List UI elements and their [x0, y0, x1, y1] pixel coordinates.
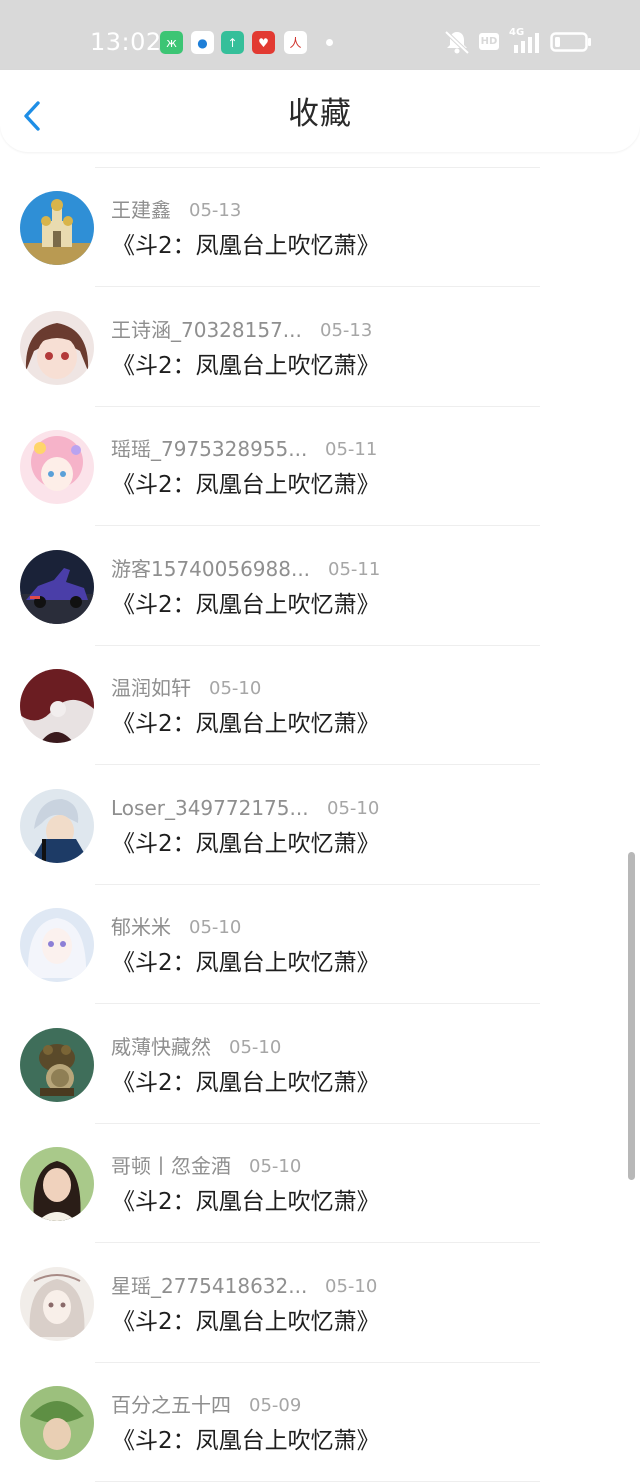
white-hair-anime-avatar[interactable] — [20, 908, 94, 982]
list-item[interactable]: 郁米米 05-10 《斗2：凤凰台上吹忆萧》 — [0, 885, 640, 1004]
mute-bell-icon — [444, 30, 470, 55]
item-title: 《斗2：凤凰台上吹忆萧》 — [112, 830, 380, 857]
user-name: 百分之五十四 — [111, 1393, 231, 1417]
user-name: 王建鑫 — [111, 198, 171, 222]
anime-boy-avatar[interactable] — [20, 788, 94, 863]
user-name: 王诗涵_70328157... — [111, 317, 302, 342]
user-name: 哥顿丨忽金酒 — [111, 1154, 231, 1178]
item-title: 《斗2：凤凰台上吹忆萧》 — [112, 1428, 380, 1454]
item-date: 05-10 — [189, 917, 242, 938]
list-item[interactable]: 游客15740056988... 05-11 《斗2：凤凰台上吹忆萧》 — [0, 527, 640, 646]
user-name: 瑶瑶_7975328955... — [111, 437, 308, 461]
item-date: 05-10 — [249, 1156, 302, 1177]
item-title: 《斗2：凤凰台上吹忆萧》 — [112, 1308, 380, 1335]
red-heart-app-icon: ♥ — [252, 31, 275, 54]
scrollbar[interactable] — [628, 852, 635, 1180]
green-leaf-avatar[interactable] — [20, 1386, 94, 1460]
sketch-girl-avatar[interactable] — [20, 1266, 94, 1341]
notification-dot-icon — [326, 39, 333, 46]
status-time: 13:02 — [90, 28, 162, 56]
frog-statue-avatar[interactable] — [20, 1027, 94, 1102]
item-date: 05-13 — [189, 200, 242, 221]
user-name: 温润如轩 — [111, 676, 191, 700]
user-name: 游客15740056988... — [111, 556, 311, 581]
item-title: 《斗2：凤凰台上吹忆萧》 — [112, 352, 380, 379]
list-item[interactable]: 王建鑫 05-13 《斗2：凤凰台上吹忆萧》 — [0, 168, 640, 287]
item-title: 《斗2：凤凰台上吹忆萧》 — [112, 950, 380, 976]
list-item[interactable]: 哥顿丨忽金酒 05-10 《斗2：凤凰台上吹忆萧》 — [0, 1124, 640, 1243]
girl-portrait-avatar[interactable] — [20, 1147, 94, 1221]
status-bar: 13:02 ж ● ↑ ♥ 人 HD 4G — [0, 0, 640, 70]
battery-icon — [550, 32, 591, 52]
user-name: 郁米米 — [111, 915, 171, 939]
item-date: 05-10 — [209, 678, 262, 699]
hd-badge: HD — [479, 33, 499, 50]
list-item[interactable]: 瑶瑶_7975328955... 05-11 《斗2：凤凰台上吹忆萧》 — [0, 407, 640, 526]
page-title: 收藏 — [288, 96, 352, 132]
list-item[interactable]: 王诗涵_70328157... 05-13 《斗2：凤凰台上吹忆萧》 — [0, 288, 640, 407]
header-bar: 收藏 — [0, 70, 640, 152]
people-daily-app-icon: 人 — [284, 31, 307, 54]
item-date: 05-11 — [325, 439, 378, 460]
sports-car-avatar[interactable] — [20, 549, 94, 624]
blue-ring-app-icon: ● — [191, 31, 214, 54]
item-date: 05-13 — [320, 319, 373, 341]
item-date: 05-10 — [229, 1036, 282, 1058]
item-title: 《斗2：凤凰台上吹忆萧》 — [112, 472, 380, 498]
list-item[interactable]: 威薄快藏然 05-10 《斗2：凤凰台上吹忆萧》 — [0, 1005, 640, 1124]
item-title: 《斗2：凤凰台上吹忆萧》 — [112, 1069, 380, 1096]
user-name: Loser_349772175... — [111, 795, 309, 820]
item-title: 《斗2：凤凰台上吹忆萧》 — [112, 233, 380, 259]
pink-anime-avatar[interactable] — [20, 430, 94, 504]
list-item[interactable]: 温润如轩 05-10 《斗2：凤凰台上吹忆萧》 — [0, 646, 640, 765]
signal-bars-icon — [514, 33, 539, 53]
item-date: 05-10 — [327, 797, 380, 819]
item-date: 05-10 — [325, 1275, 378, 1297]
item-date: 05-09 — [249, 1395, 302, 1416]
list-item[interactable]: Loser_349772175... 05-10 《斗2：凤凰台上吹忆萧》 — [0, 766, 640, 885]
dark-red-art-avatar[interactable] — [20, 669, 94, 743]
item-title: 《斗2：凤凰台上吹忆萧》 — [112, 591, 380, 618]
item-date: 05-11 — [328, 558, 381, 580]
item-title: 《斗2：凤凰台上吹忆萧》 — [112, 711, 380, 737]
cathedral-avatar[interactable] — [20, 191, 94, 265]
item-title: 《斗2：凤凰台上吹忆萧》 — [112, 1189, 380, 1215]
list-item[interactable]: 百分之五十四 05-09 《斗2：凤凰台上吹忆萧》 — [0, 1363, 640, 1482]
user-name: 威薄快藏然 — [111, 1034, 211, 1059]
list-item[interactable]: 星瑶_2775418632... 05-10 《斗2：凤凰台上吹忆萧》 — [0, 1244, 640, 1363]
anime-girl-avatar[interactable] — [20, 310, 94, 385]
teal-upload-app-icon: ↑ — [221, 31, 244, 54]
green-app-icon: ж — [160, 31, 183, 54]
user-name: 星瑶_2775418632... — [111, 1273, 308, 1298]
